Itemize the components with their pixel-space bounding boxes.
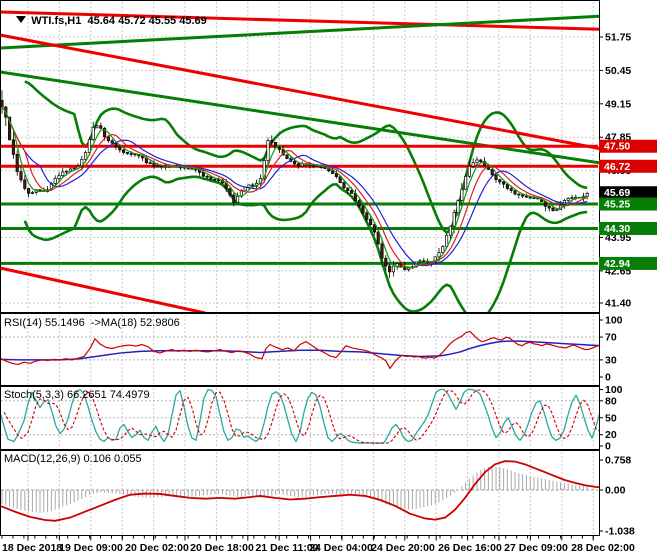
time-axis-label: 27 Dec 09:00 [504,542,568,554]
chart-canvas[interactable]: 51.7550.4549.1547.8546.5543.9542.6541.40… [0,0,660,560]
chart-ohlc-values: 45.64 45.72 45.55 45.69 [87,15,207,27]
price-badge-label: 47.50 [604,141,630,153]
svg-text:0.00: 0.00 [605,485,626,497]
rsi-indicator-label: RSI(14) 55.1496 ->MA(18) 52.9806 [4,317,180,329]
svg-text:0.758: 0.758 [605,455,631,467]
time-axis-label: 19 Dec 09:00 [59,542,123,554]
svg-text:20: 20 [605,429,617,441]
time-axis[interactable]: 18 Dec 201819 Dec 09:00 20 Dec 02:00 20 De… [1,535,635,555]
collapse-indicator-triangle-icon[interactable] [16,16,27,23]
stoch-indicator-label: Stoch(5,3,3) 66.2651 74.4979 [4,389,150,401]
price-badge-label: 45.69 [604,187,630,199]
time-axis-label: 20 Dec 18:00 [190,542,254,554]
svg-text:80: 80 [605,395,617,407]
svg-text:100: 100 [605,315,623,327]
time-axis-label: 26 Dec 16:00 [438,542,502,554]
price-badge-label: 42.94 [604,258,630,270]
macd-indicator-label: MACD(12,26,9) 0.106 0.055 [4,453,142,465]
green-trendline-descending [1,70,599,165]
red-trendline-bottom-left [1,266,206,312]
price-axis-label: 49.15 [605,98,631,110]
chart-symbol-timeframe: WTI.fs,H1 [31,15,82,27]
svg-text:0: 0 [605,372,611,384]
price-axis-label: 51.75 [605,32,631,44]
svg-text:-1.038: -1.038 [605,526,635,538]
red-trendline-steep [1,33,599,150]
price-badge-label: 46.72 [604,161,630,173]
svg-text:100: 100 [605,384,623,396]
indicator-axes: 1007030010080502000.7580.00-1.038 [599,315,635,538]
trading-chart-window: 51.7550.4549.1547.8546.5543.9542.6541.40… [0,0,660,560]
price-badge-label: 45.25 [604,199,630,211]
candles[interactable] [1,90,589,278]
price-axis-label: 50.45 [605,65,631,77]
svg-text:30: 30 [605,354,617,366]
svg-text:50: 50 [605,412,617,424]
chart-title: WTI.fs,H1 45.64 45.72 45.55 45.69 [4,3,207,39]
macd-panel[interactable] [0,460,622,522]
time-axis-label: 28 Dec 02:00 [571,542,635,554]
price-axis-label: 41.40 [605,297,631,309]
time-axis-label: 18 Dec 2018 [2,542,62,554]
time-axis-label: 24 Dec 20:00 [371,542,435,554]
svg-text:70: 70 [605,332,617,344]
price-axis[interactable]: 51.7550.4549.1547.8546.5543.9542.6541.40… [599,32,657,310]
time-axis-label: 20 Dec 02:00 [125,542,189,554]
price-badge-label: 44.30 [604,223,630,235]
svg-text:0: 0 [605,441,611,453]
time-axis-label: 24 Dec 04:00 [309,542,373,554]
trendlines[interactable] [0,10,660,313]
